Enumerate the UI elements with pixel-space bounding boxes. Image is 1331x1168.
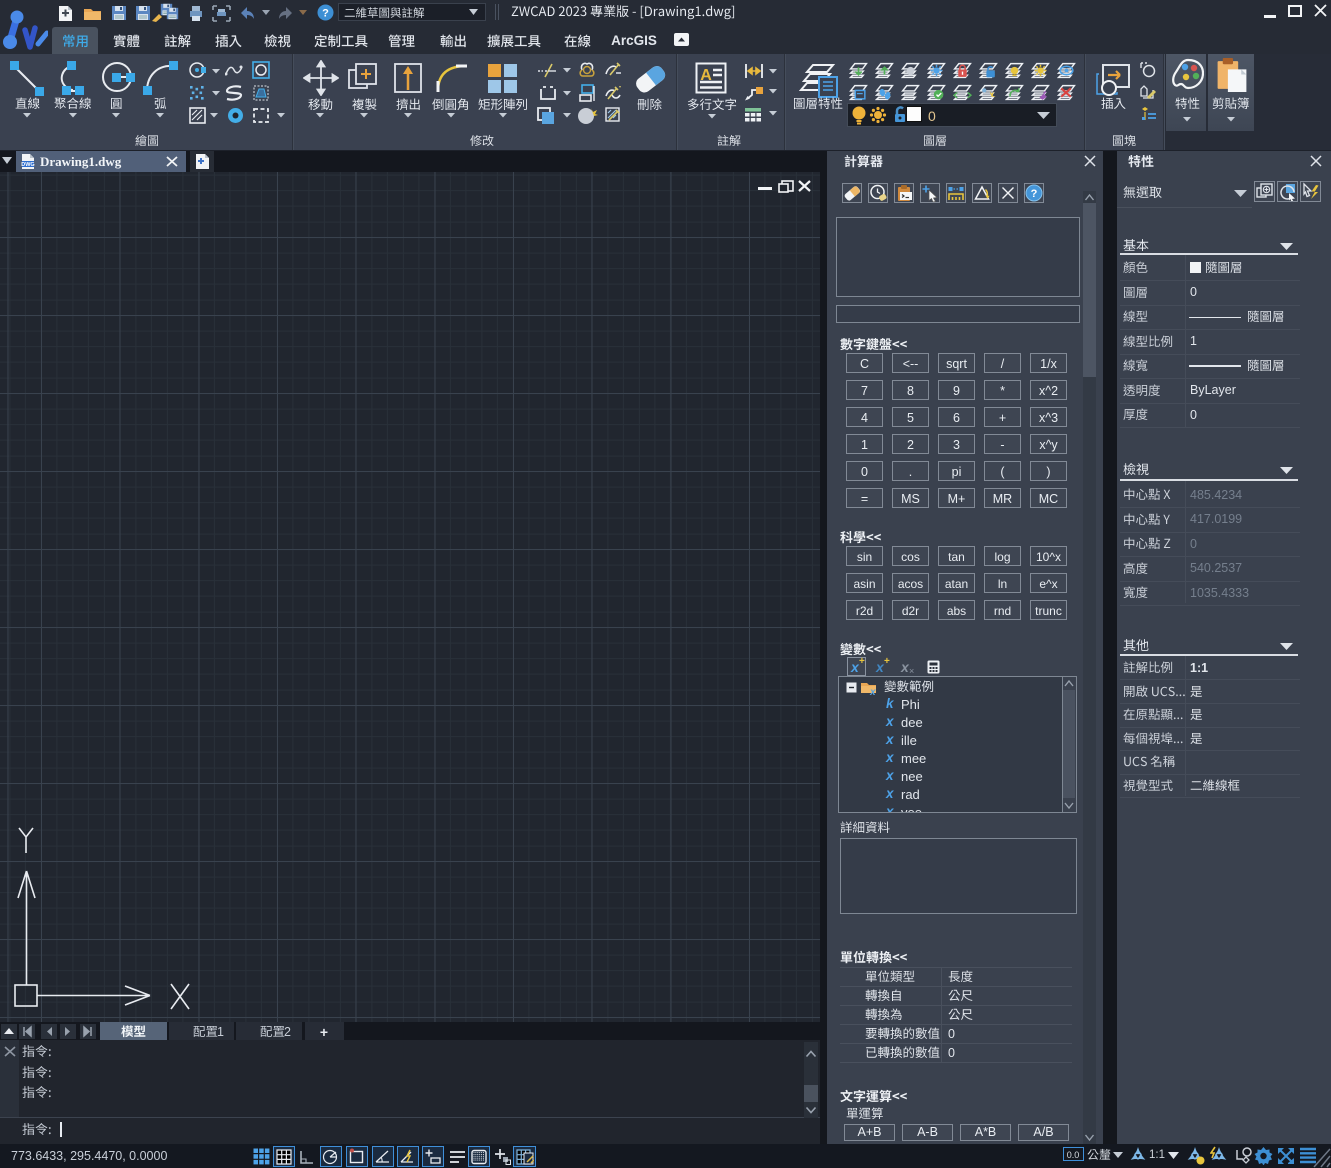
svg-text:DWG: DWG: [21, 162, 34, 168]
svg-text:?: ?: [1031, 188, 1038, 200]
svg-text:?: ?: [322, 8, 329, 20]
